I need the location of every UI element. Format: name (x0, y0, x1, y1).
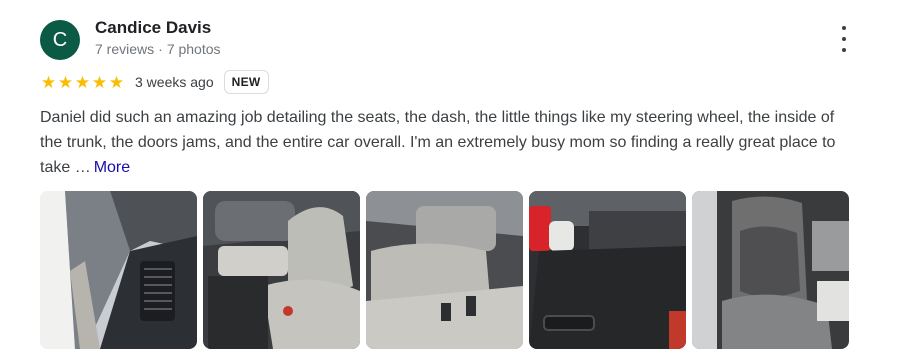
review-body: Daniel did such an amazing job detailing… (40, 109, 836, 176)
photos-count: 7 photos (166, 41, 221, 57)
rear-seats-image (366, 191, 523, 349)
review-text: Daniel did such an amazing job detailing… (40, 105, 840, 180)
review-time: 3 weeks ago (135, 74, 214, 90)
trunk-image (529, 191, 686, 349)
star-icon: ★ (74, 72, 91, 92)
review-photo[interactable] (203, 191, 360, 349)
more-link[interactable]: More (94, 159, 130, 176)
reviews-count: 7 reviews (95, 41, 155, 57)
car-door-dash-image (40, 191, 197, 349)
star-icon: ★ (91, 72, 108, 92)
front-seats-image (203, 191, 360, 349)
review-photo[interactable] (40, 191, 197, 349)
reviewer-name[interactable]: Candice Davis (95, 18, 211, 38)
star-rating: ★ ★ ★ ★ ★ (40, 74, 125, 91)
review-photo[interactable] (366, 191, 523, 349)
photo-strip (40, 191, 849, 349)
more-options-icon[interactable] (832, 26, 856, 52)
star-icon: ★ (57, 72, 74, 92)
meta-separator: · (158, 41, 163, 57)
review-photo[interactable] (692, 191, 849, 349)
avatar[interactable]: C (40, 20, 80, 60)
rating-row: ★ ★ ★ ★ ★ 3 weeks ago NEW (40, 69, 269, 95)
seat-closeup-image (692, 191, 849, 349)
reviewer-meta: 7 reviews · 7 photos (95, 41, 221, 57)
review-photo[interactable] (529, 191, 686, 349)
star-icon: ★ (40, 72, 57, 92)
new-badge: NEW (223, 70, 269, 94)
star-icon: ★ (108, 72, 125, 92)
avatar-initial: C (52, 28, 68, 51)
